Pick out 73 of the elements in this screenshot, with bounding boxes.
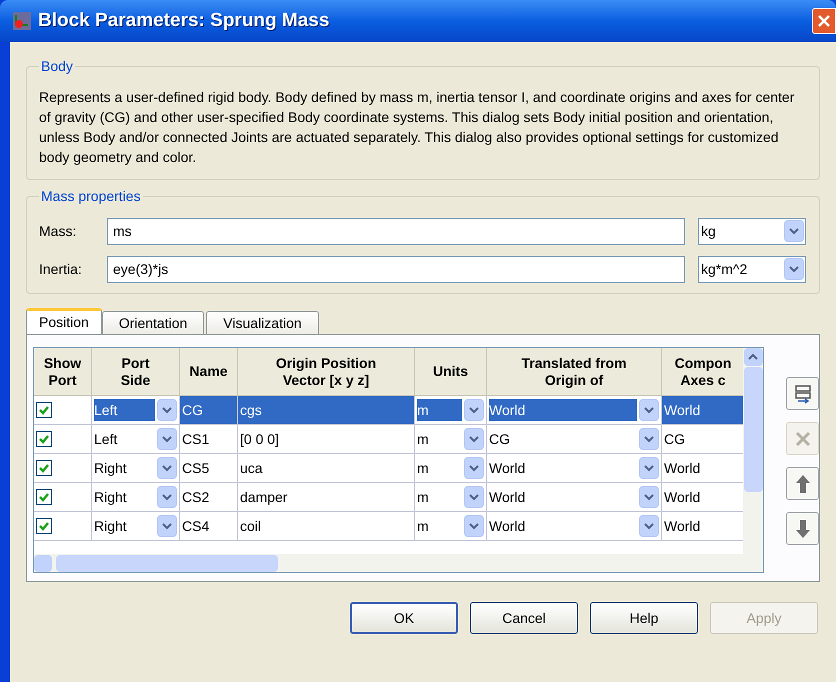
table-cell-text: CS5	[182, 458, 210, 478]
table-cell-text: coil	[240, 516, 262, 536]
table-cell[interactable]: m	[417, 428, 462, 450]
input-field[interactable]: ms	[107, 218, 685, 244]
table-cell-text: [0 0 0]	[240, 430, 279, 449]
column-header: Show Port	[34, 348, 92, 396]
table-cell[interactable]: CG	[489, 428, 637, 450]
show-port-checkbox[interactable]	[36, 431, 52, 447]
table-cell[interactable]: World	[489, 399, 637, 421]
vertical-scrollbar[interactable]	[743, 348, 763, 554]
tab[interactable]: Orientation	[102, 311, 204, 334]
column-header: Units	[415, 348, 487, 396]
table-cell[interactable]: m	[417, 399, 462, 421]
column-header: Translated from Origin of	[487, 348, 662, 396]
table-cell[interactable]: m	[417, 457, 462, 479]
table-row[interactable]: Right CS4 coil m World World	[34, 512, 744, 541]
add-row-icon	[792, 384, 812, 404]
table-cell[interactable]: Right	[94, 515, 155, 537]
table-cell[interactable]: m	[417, 486, 462, 508]
table-cell[interactable]: Left	[94, 428, 155, 450]
field-label: Inertia:	[39, 260, 83, 278]
down-button[interactable]	[786, 512, 819, 545]
table-cell-text: CS1	[182, 430, 210, 448]
table-cell-text: CS4	[182, 516, 210, 536]
up-button[interactable]	[786, 467, 819, 500]
unit-dropdown[interactable]: kg	[698, 218, 806, 244]
table-cell[interactable]: World	[489, 457, 637, 479]
table-cell-text: World	[664, 488, 700, 506]
show-port-checkbox[interactable]	[36, 402, 52, 418]
table-cell[interactable]: m	[417, 515, 462, 537]
table-cell-text: World	[664, 516, 700, 536]
app-icon	[12, 11, 32, 31]
delete-icon	[794, 430, 812, 448]
close-icon	[818, 15, 830, 27]
table-cell-text: World	[664, 458, 700, 478]
table-cell-text: cgs	[240, 400, 262, 420]
show-port-checkbox[interactable]	[36, 518, 52, 534]
input-field[interactable]: eye(3)*js	[107, 256, 685, 282]
group-title: Body	[40, 57, 74, 76]
table-cell[interactable]: World	[489, 515, 637, 537]
close-button[interactable]	[812, 8, 836, 34]
table-cell-text: uca	[240, 458, 263, 478]
table-cell-text: damper	[240, 488, 288, 507]
group-title: Mass properties	[40, 187, 142, 206]
down-arrow-icon	[794, 518, 810, 538]
table-cell-text: CG	[182, 400, 203, 420]
column-header: Port Side	[92, 348, 180, 396]
scroll-up-icon	[748, 353, 758, 361]
tab[interactable]: Position	[26, 308, 102, 334]
tab[interactable]: Visualization	[206, 311, 319, 334]
table-row[interactable]: Left CS1 [0 0 0] m CG CG	[34, 425, 744, 454]
table-row[interactable]: Left CG cgs m World World	[34, 396, 744, 425]
table-row[interactable]: Right CS2 damper m World World	[34, 483, 744, 512]
table-cell[interactable]: Right	[94, 486, 155, 508]
table-cell-text: CS2	[182, 488, 210, 506]
table-cell[interactable]: Left	[94, 399, 155, 421]
up-arrow-icon	[794, 474, 810, 494]
table-cell[interactable]: World	[489, 486, 637, 508]
field-label: Mass:	[39, 222, 78, 240]
table-cell-text: CG	[664, 430, 685, 448]
dialog-button[interactable]: Cancel	[470, 602, 578, 634]
unit-dropdown[interactable]: kg*m^2	[698, 256, 806, 282]
show-port-checkbox[interactable]	[36, 489, 52, 505]
table-row[interactable]: Right CS5 uca m World World	[34, 454, 744, 483]
table-cell-text: World	[664, 400, 700, 420]
table-cell[interactable]: Right	[94, 457, 155, 479]
window-title: Block Parameters: Sprung Mass	[38, 8, 330, 33]
dialog-button[interactable]: OK	[350, 602, 458, 634]
dialog-button[interactable]: Help	[590, 602, 698, 634]
add-button[interactable]	[786, 377, 819, 410]
description: Represents a user-defined rigid body. Body defined by mass m, inertia tensor I, and coordinate origins and axes for center of gravity (CG) and other user-specified Body coordinate systems. This dialog sets Body initial position and orientation, unless Body and/or connected Joints are actuated separately. This dialog also provides optional settings for customized body geometry and color.	[39, 88, 796, 167]
show-port-checkbox[interactable]	[36, 460, 52, 476]
horizontal-scrollbar[interactable]	[34, 554, 763, 572]
